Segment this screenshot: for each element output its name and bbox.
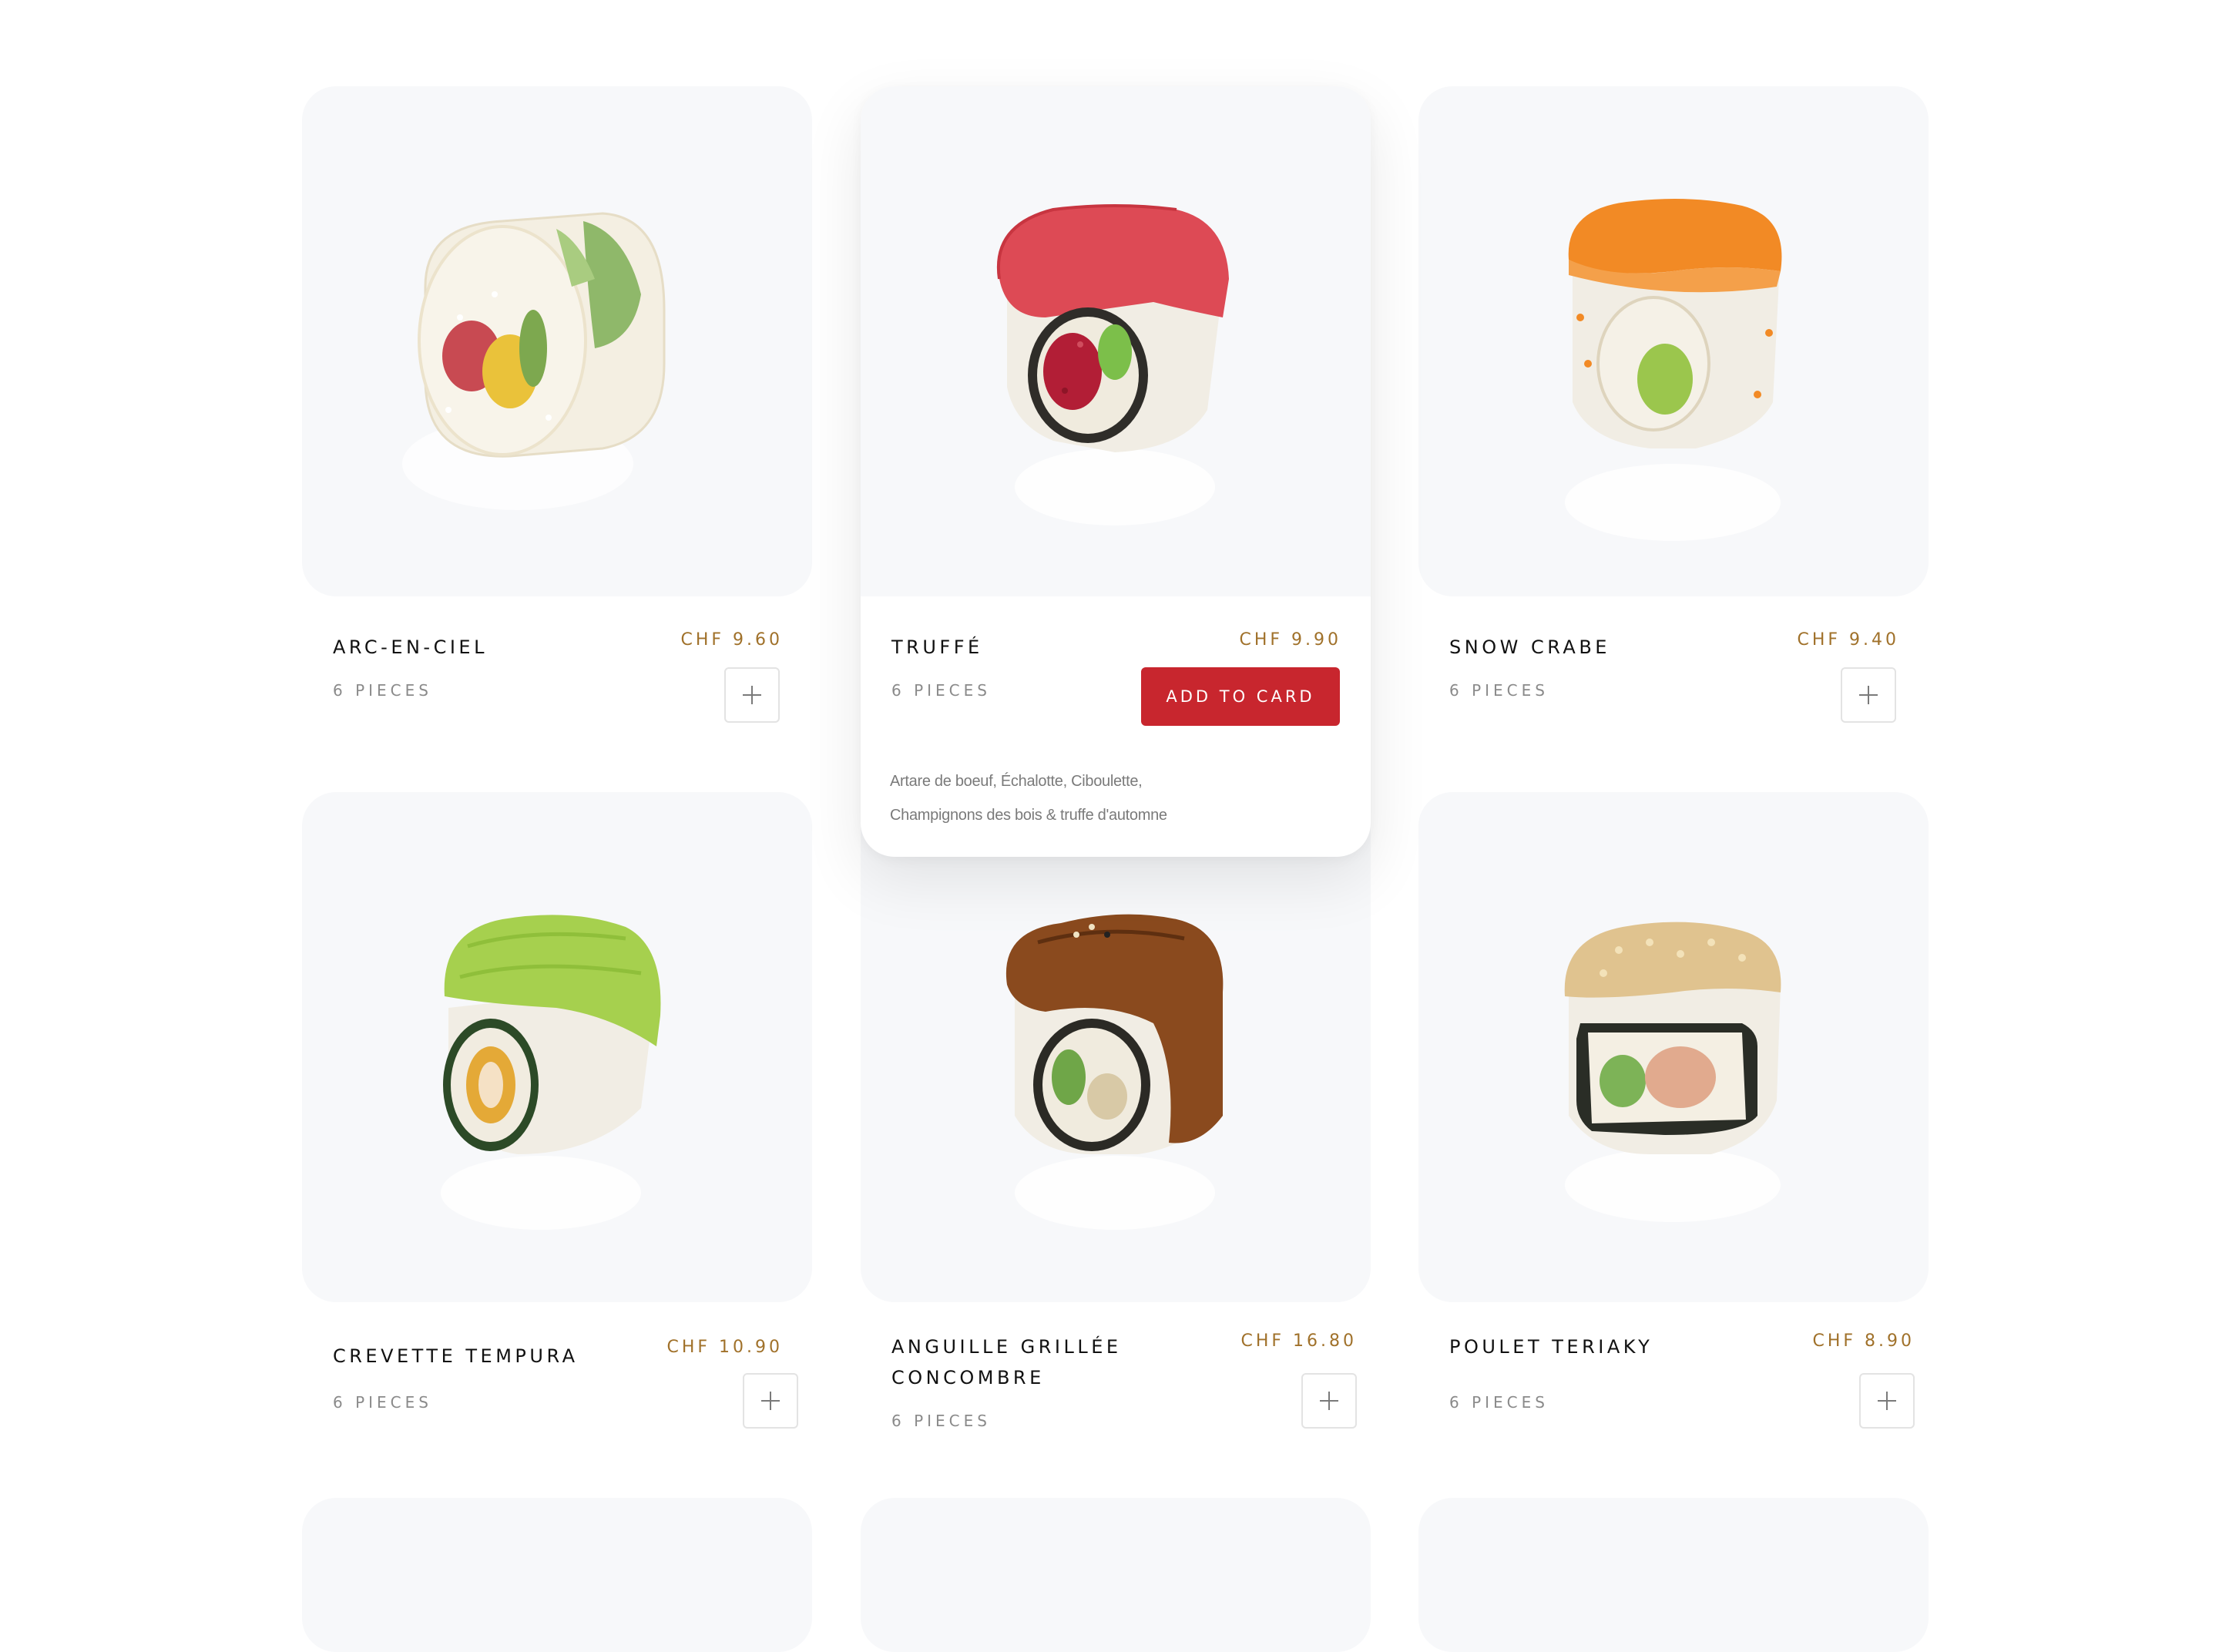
sushi-roll-icon [1005, 914, 1224, 1230]
product-name: ANGUILLE GRILLÉE CONCOMBRE [891, 1331, 1169, 1393]
product-pieces: 6 PIECES [1449, 681, 1549, 700]
product-image[interactable] [861, 86, 1371, 596]
product-name-line: CONCOMBRE [891, 1367, 1045, 1388]
product-pieces: 6 PIECES [891, 681, 991, 700]
product-card-crevette-tempura[interactable]: CREVETTE TEMPURA CHF 10.90 6 PIECES [302, 792, 812, 1462]
product-pieces: 6 PIECES [333, 1393, 432, 1412]
product-image-next-row[interactable] [302, 1498, 812, 1652]
product-card-truffe[interactable]: TRUFFÉ CHF 9.90 6 PIECES ADD TO CARD Art… [861, 86, 1371, 857]
product-price: CHF 9.90 [1239, 630, 1341, 650]
add-to-cart-button[interactable] [1841, 667, 1896, 723]
add-to-cart-button[interactable] [1859, 1373, 1915, 1429]
product-image[interactable] [861, 792, 1371, 1302]
product-card-anguille-grillee-concombre[interactable]: ANGUILLE GRILLÉE CONCOMBRE CHF 16.80 6 P… [861, 792, 1371, 1462]
product-pieces: 6 PIECES [891, 1412, 991, 1430]
product-pieces: 6 PIECES [333, 681, 432, 700]
product-price: CHF 9.60 [680, 630, 783, 650]
description-line: Artare de boeuf, Échalotte, Ciboulette, [890, 773, 1143, 790]
product-name: SNOW CRABE [1449, 636, 1610, 658]
product-image[interactable] [302, 86, 812, 596]
product-image[interactable] [1418, 792, 1929, 1302]
product-name: ARC-EN-CIEL [333, 636, 488, 658]
product-pieces: 6 PIECES [1449, 1393, 1549, 1412]
product-image[interactable] [302, 792, 812, 1302]
product-name: TRUFFÉ [891, 636, 983, 658]
sushi-roll-icon [402, 212, 666, 510]
product-image-next-row[interactable] [1418, 1498, 1929, 1652]
add-to-cart-button[interactable] [743, 1373, 798, 1429]
add-to-card-button[interactable]: ADD TO CARD [1141, 667, 1340, 726]
product-image-next-row[interactable] [861, 1498, 1371, 1652]
product-price: CHF 16.80 [1240, 1331, 1357, 1351]
description-line: Champignons des bois & truffe d'automne [890, 807, 1167, 824]
product-price: CHF 8.90 [1812, 1331, 1915, 1351]
sushi-roll-icon [1564, 922, 1781, 1222]
add-to-cart-button[interactable] [1301, 1373, 1357, 1429]
sushi-roll-icon [1565, 199, 1782, 541]
product-price: CHF 10.90 [666, 1338, 783, 1357]
add-to-cart-button[interactable] [724, 667, 780, 723]
product-image[interactable] [1418, 86, 1929, 596]
product-name-line: ANGUILLE GRILLÉE [891, 1336, 1122, 1358]
product-price: CHF 9.40 [1797, 630, 1899, 650]
product-description: Artare de boeuf, Échalotte, Ciboulette, … [890, 764, 1291, 832]
product-card-arc-en-ciel[interactable]: ARC-EN-CIEL CHF 9.60 6 PIECES [302, 86, 812, 780]
product-name: POULET TERIAKY [1449, 1336, 1653, 1358]
product-card-poulet-teriaky[interactable]: POULET TERIAKY CHF 8.90 6 PIECES [1418, 792, 1929, 1462]
sushi-roll-icon [996, 204, 1229, 525]
product-name: CREVETTE TEMPURA [333, 1345, 579, 1367]
sushi-roll-icon [441, 915, 661, 1230]
product-card-snow-crabe[interactable]: SNOW CRABE CHF 9.40 6 PIECES [1418, 86, 1929, 780]
